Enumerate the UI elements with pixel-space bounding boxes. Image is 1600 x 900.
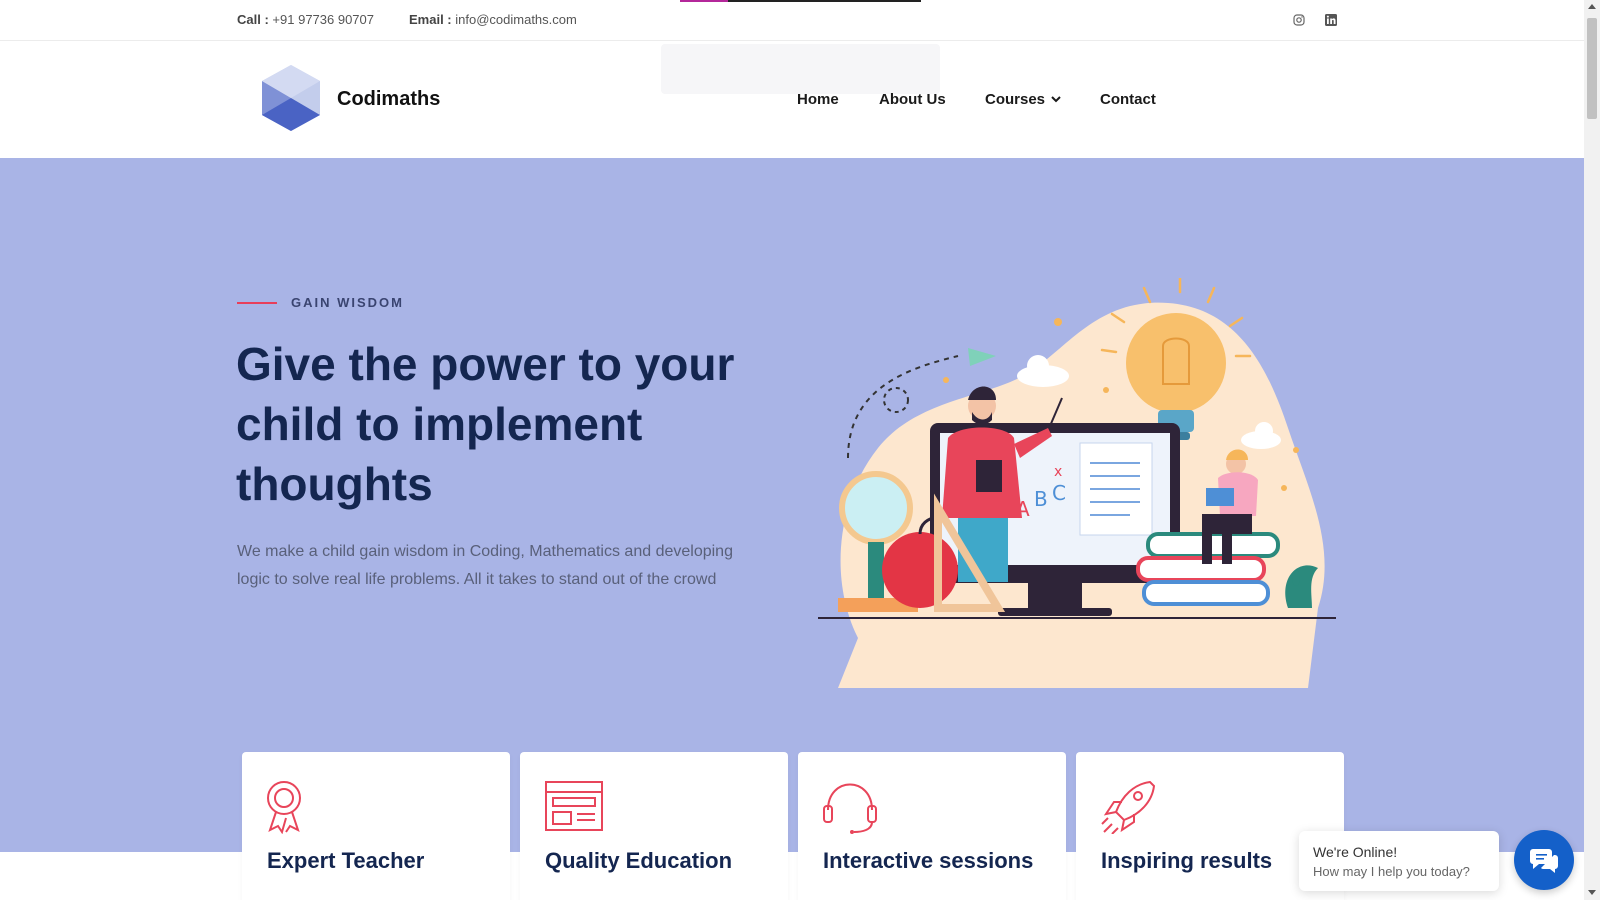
nav-contact[interactable]: Contact — [1100, 91, 1156, 108]
header-placeholder — [661, 44, 940, 94]
card-title: Expert Teacher — [267, 848, 425, 873]
svg-text:B: B — [1034, 487, 1048, 511]
instagram-icon[interactable] — [1291, 12, 1307, 28]
top-bar: Call : +91 97736 90707 Email : info@codi… — [0, 0, 1584, 41]
hero-description: We make a child gain wisdom in Coding, M… — [237, 543, 733, 588]
linkedin-icon[interactable] — [1323, 12, 1339, 28]
email-label: Email : — [409, 12, 452, 27]
svg-text:x: x — [1054, 464, 1062, 480]
card-title: Interactive sessions — [823, 848, 1034, 873]
rocket-icon — [1101, 780, 1156, 834]
logo-cube-icon[interactable] — [262, 65, 320, 131]
chat-launcher-button[interactable] — [1514, 830, 1574, 890]
layout-document-icon — [545, 781, 603, 831]
accent-line — [237, 301, 277, 304]
hero-headline: Give the power to your child to implemen… — [236, 338, 735, 510]
svg-text:C: C — [1052, 481, 1066, 505]
scroll-up-icon[interactable] — [1588, 4, 1596, 9]
headset-icon — [823, 783, 877, 834]
card-title: Inspiring results — [1101, 848, 1273, 873]
nav-about-us[interactable]: About Us — [879, 91, 946, 108]
eyebrow-text: GAIN WISDOM — [291, 295, 404, 310]
award-ribbon-icon — [267, 781, 301, 834]
call-value[interactable]: +91 97736 90707 — [272, 12, 374, 27]
feature-card-interactive-sessions[interactable]: Interactive sessions — [798, 752, 1066, 900]
call-info: Call : +91 97736 90707 — [237, 12, 374, 27]
chat-greeting[interactable]: We're Online! How may I help you today? — [1299, 831, 1499, 891]
card-title: Quality Education — [545, 848, 733, 873]
page-loader — [680, 0, 921, 2]
nav-courses[interactable]: Courses — [985, 91, 1061, 108]
window-scrollbar[interactable] — [1584, 0, 1600, 900]
chat-line-2: How may I help you today? — [1313, 864, 1470, 879]
chat-icon — [1530, 849, 1558, 873]
feature-card-expert-teacher[interactable]: Expert Teacher — [242, 752, 510, 900]
page: Call : +91 97736 90707 Email : info@codi… — [0, 0, 1584, 900]
call-label: Call : — [237, 12, 269, 27]
feature-card-quality-education[interactable]: Quality Education — [520, 752, 788, 900]
brand-name[interactable]: Codimaths — [337, 88, 440, 111]
email-value[interactable]: info@codimaths.com — [455, 12, 577, 27]
email-info: Email : info@codimaths.com — [409, 12, 577, 27]
nav-home[interactable]: Home — [797, 91, 839, 108]
teacher-illustration: A B C x — [818, 278, 1336, 688]
scroll-down-icon[interactable] — [1588, 890, 1596, 895]
site-header: Codimaths Home About Us Courses Contact — [0, 41, 1584, 158]
chat-line-1: We're Online! — [1313, 844, 1398, 860]
hero-section: GAIN WISDOM Give the power to your child… — [0, 158, 1584, 852]
hero-eyebrow: GAIN WISDOM — [237, 295, 404, 310]
scroll-thumb[interactable] — [1587, 18, 1597, 119]
chevron-down-icon — [1051, 96, 1061, 103]
